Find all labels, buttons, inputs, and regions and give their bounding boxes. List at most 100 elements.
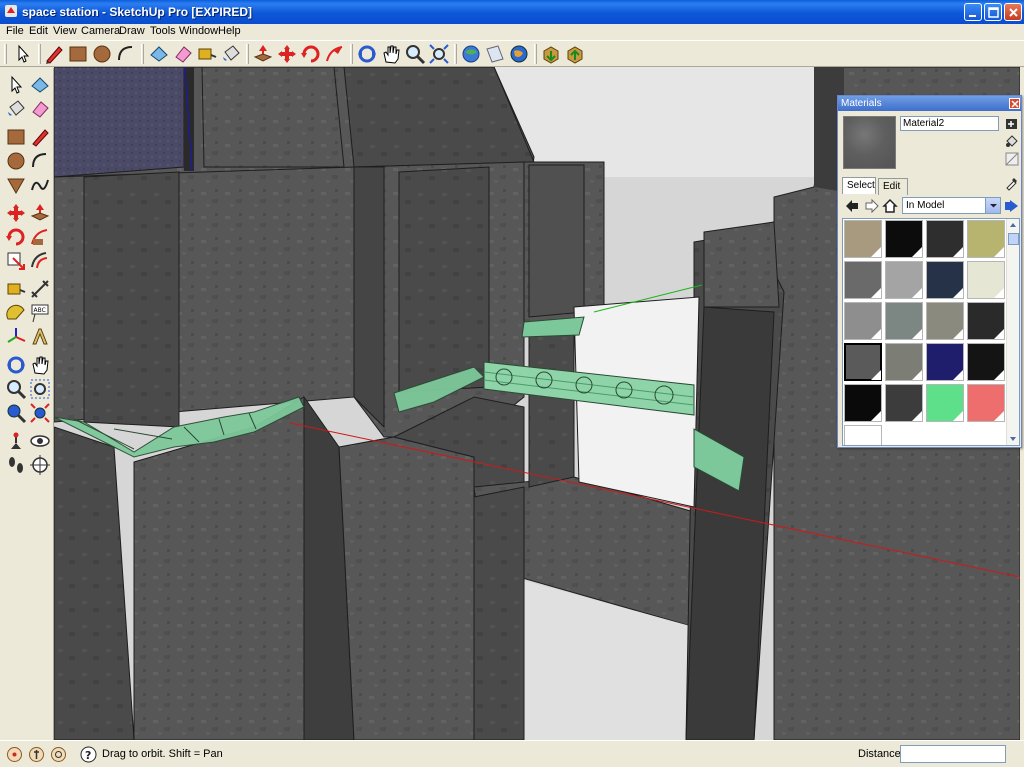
toolbar-grip[interactable] — [534, 44, 537, 64]
maximize-button[interactable] — [984, 3, 1002, 21]
axes-icon[interactable] — [5, 326, 27, 348]
scroll-up-icon[interactable] — [1007, 219, 1019, 231]
toolbar-grip[interactable] — [4, 44, 7, 64]
menu-camera[interactable]: Camera — [81, 25, 120, 37]
scroll-down-icon[interactable] — [1007, 433, 1019, 445]
toolbar-grip[interactable] — [246, 44, 249, 64]
toolbar-grip[interactable] — [350, 44, 353, 64]
toolbar-grip[interactable] — [38, 44, 41, 64]
material-swatch[interactable] — [967, 384, 1005, 422]
paint-bucket-icon[interactable] — [5, 98, 27, 120]
freehand-icon[interactable] — [29, 174, 51, 196]
material-swatch[interactable] — [967, 220, 1005, 258]
orbit-icon[interactable] — [356, 43, 378, 65]
dropdown-button[interactable] — [985, 198, 1000, 213]
move-icon[interactable] — [276, 43, 298, 65]
menu-edit[interactable]: Edit — [29, 25, 48, 37]
material-swatch[interactable] — [844, 343, 882, 381]
material-swatch[interactable] — [926, 261, 964, 299]
geo-location-icon[interactable] — [6, 746, 23, 763]
help-icon[interactable]: ? — [80, 746, 97, 763]
material-swatch[interactable] — [926, 220, 964, 258]
menu-window[interactable]: Window — [179, 25, 218, 37]
material-swatch[interactable] — [844, 384, 882, 422]
tape-measure-icon[interactable] — [196, 43, 218, 65]
offset-icon[interactable] — [29, 250, 51, 272]
get-models-icon[interactable] — [460, 43, 482, 65]
menu-view[interactable]: View — [53, 25, 77, 37]
material-swatch[interactable] — [967, 343, 1005, 381]
select-icon[interactable] — [12, 43, 34, 65]
material-swatch[interactable] — [885, 261, 923, 299]
select-icon[interactable] — [5, 74, 27, 96]
make-component-icon[interactable] — [148, 43, 170, 65]
credits-icon[interactable] — [28, 746, 45, 763]
sample-paint-icon[interactable] — [1004, 175, 1020, 191]
material-swatch[interactable] — [844, 261, 882, 299]
material-swatch[interactable] — [926, 302, 964, 340]
material-swatch[interactable] — [885, 384, 923, 422]
details-arrow-icon[interactable] — [1004, 198, 1020, 214]
follow-me-icon[interactable] — [29, 226, 51, 248]
menu-help[interactable]: Help — [218, 25, 241, 37]
eraser-icon[interactable] — [172, 43, 194, 65]
home-icon[interactable] — [882, 198, 898, 214]
line-icon[interactable] — [29, 126, 51, 148]
material-name-field[interactable]: Material2 — [900, 116, 999, 131]
pan-icon[interactable] — [380, 43, 402, 65]
title-bar[interactable]: space station - SketchUp Pro [EXPIRED] — [0, 0, 1024, 24]
push-pull-icon[interactable] — [252, 43, 274, 65]
google-earth-icon[interactable] — [508, 43, 530, 65]
forward-arrow-icon[interactable] — [864, 198, 880, 214]
collection-dropdown[interactable]: In Model — [902, 197, 1001, 214]
zoom-window-icon[interactable] — [29, 378, 51, 400]
tape-measure-icon[interactable] — [5, 278, 27, 300]
zoom-extents-icon[interactable] — [428, 43, 450, 65]
position-camera-icon[interactable] — [5, 430, 27, 452]
materials-panel[interactable]: Materials Material2 Select Edit In Model — [837, 95, 1022, 448]
follow-me-icon[interactable] — [324, 43, 346, 65]
material-swatch[interactable] — [844, 302, 882, 340]
arc-icon[interactable] — [115, 43, 137, 65]
menu-file[interactable]: File — [6, 25, 24, 37]
text-icon[interactable]: ABC — [29, 302, 51, 324]
scrollbar-thumb[interactable] — [1008, 233, 1019, 245]
toolbar-grip[interactable] — [454, 44, 457, 64]
back-arrow-icon[interactable] — [844, 198, 860, 214]
default-material-icon[interactable] — [1005, 152, 1019, 166]
user-icon[interactable] — [50, 746, 67, 763]
tab-select[interactable]: Select — [842, 177, 876, 194]
paint-bucket-icon[interactable] — [220, 43, 242, 65]
close-button[interactable] — [1004, 3, 1022, 21]
material-swatch[interactable] — [926, 384, 964, 422]
toolbar-grip[interactable] — [141, 44, 144, 64]
measurements-input[interactable] — [900, 745, 1006, 763]
dimension-icon[interactable] — [29, 278, 51, 300]
tab-edit[interactable]: Edit — [878, 178, 908, 195]
create-material-icon[interactable] — [1005, 116, 1019, 130]
make-component-icon[interactable] — [29, 74, 51, 96]
material-swatch[interactable] — [844, 220, 882, 258]
materials-title-bar[interactable]: Materials — [838, 96, 1021, 111]
pan-icon[interactable] — [29, 354, 51, 376]
zoom-icon[interactable] — [5, 378, 27, 400]
eraser-icon[interactable] — [29, 98, 51, 120]
materials-close-button[interactable] — [1009, 98, 1020, 109]
material-swatch[interactable] — [844, 425, 882, 445]
share-model-icon[interactable] — [484, 43, 506, 65]
zoom-icon[interactable] — [404, 43, 426, 65]
look-around-icon[interactable] — [29, 430, 51, 452]
paint-bucket-icon[interactable] — [1005, 134, 1019, 148]
3d-text-icon[interactable] — [29, 326, 51, 348]
polygon-icon[interactable] — [5, 174, 27, 196]
material-swatch[interactable] — [885, 343, 923, 381]
scale-icon[interactable] — [5, 250, 27, 272]
move-icon[interactable] — [5, 202, 27, 224]
material-swatch[interactable] — [967, 261, 1005, 299]
menu-tools[interactable]: Tools — [150, 25, 176, 37]
circle-icon[interactable] — [91, 43, 113, 65]
section-plane-icon[interactable] — [29, 454, 51, 476]
zoom-extents-icon[interactable] — [29, 402, 51, 424]
material-swatch[interactable] — [885, 220, 923, 258]
rectangle-icon[interactable] — [5, 126, 27, 148]
